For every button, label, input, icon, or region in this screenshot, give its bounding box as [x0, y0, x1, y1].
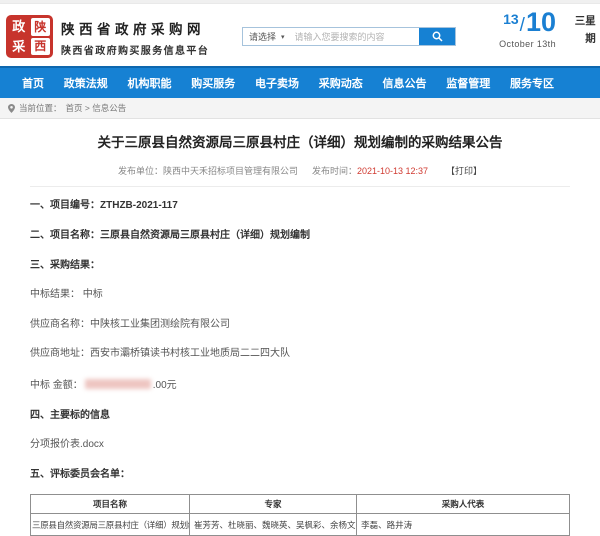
section-subject-heading: 四、主要标的信息: [30, 406, 570, 426]
breadcrumb: 当前位置： 首页 > 信息公告: [0, 98, 600, 119]
publisher-label: 发布单位：: [118, 166, 163, 176]
chevron-down-icon: ▾: [281, 33, 285, 41]
nav-item-home[interactable]: 首页: [22, 75, 44, 91]
date-separator: /: [520, 15, 525, 36]
bid-amount-label: 中标 金额：: [30, 380, 83, 391]
section-committee-heading: 五、评标委员会名单：: [30, 465, 570, 485]
date-display: 13/10 October 13th: [499, 9, 556, 49]
search-button[interactable]: [419, 28, 455, 45]
site-header: 政 陕 采 西 陕西省政府采购网 陕西省政府购买服务信息平台 请选择 ▾ 13/…: [0, 4, 600, 66]
cell-project-name: 三原县自然资源局三原县村庄（详细）规划编制: [31, 514, 190, 536]
publisher-value: 陕西中天禾招标项目管理有限公司: [163, 166, 298, 176]
cell-experts: 崔芳芳、杜晓丽、魏晓英、吴枫彩、余杨文: [190, 514, 357, 536]
logo-char: 采: [9, 38, 29, 56]
site-subtitle: 陕西省政府购买服务信息平台: [61, 42, 209, 57]
divider: [30, 186, 570, 187]
publish-time-label: 发布时间：: [312, 166, 357, 176]
site-titles: 陕西省政府采购网 陕西省政府购买服务信息平台: [61, 18, 209, 57]
site-title: 陕西省政府采购网: [61, 18, 209, 38]
breadcrumb-path[interactable]: 首页 > 信息公告: [66, 102, 127, 114]
supplier-address: 供应商地址：西安市灞桥镇读书村核工业地质局二二四大队: [30, 345, 570, 365]
nav-item-purchase[interactable]: 购买服务: [191, 75, 235, 91]
section-project-name: 二、项目名称：三原县自然资源局三原县村庄（详细）规划编制: [30, 226, 570, 246]
breadcrumb-label: 当前位置：: [19, 102, 62, 114]
nav-item-services[interactable]: 服务专区: [510, 75, 554, 91]
logo-char: 政: [9, 18, 29, 36]
column-header-project: 项目名称: [31, 495, 190, 514]
search-category-select[interactable]: 请选择 ▾: [243, 28, 291, 45]
logo-char: 西: [31, 38, 51, 56]
nav-item-policies[interactable]: 政策法规: [64, 75, 108, 91]
date-english: October 13th: [499, 39, 556, 49]
weekday-label: 星期三: [574, 15, 595, 66]
nav-item-functions[interactable]: 机构职能: [128, 75, 172, 91]
date-month: 10: [526, 7, 556, 37]
supplier-name: 供应商名称：中陕核工业集团测绘院有限公司: [30, 315, 570, 335]
bid-amount-suffix: .00元: [153, 380, 177, 391]
publish-time-value: 2021-10-13 12:37: [357, 166, 428, 176]
publish-info: 发布单位：陕西中天禾招标项目管理有限公司 发布时间：2021-10-13 12:3…: [30, 164, 570, 177]
nav-item-announcements[interactable]: 信息公告: [383, 75, 427, 91]
search-bar: 请选择 ▾: [242, 27, 456, 46]
nav-item-news[interactable]: 采购动态: [319, 75, 363, 91]
article-body: 一、项目编号：ZTHZB-2021-117 二、项目名称：三原县自然资源局三原县…: [30, 197, 570, 485]
table-header-row: 项目名称 专家 采购人代表: [31, 495, 570, 514]
cell-buyer-rep: 李磊、路井涛: [357, 514, 570, 536]
section-result-heading: 三、采购结果：: [30, 256, 570, 276]
article: 关于三原县自然资源局三原县村庄（详细）规划编制的采购结果公告 发布单位：陕西中天…: [0, 134, 600, 536]
attachment-link[interactable]: 分项报价表.docx: [30, 435, 570, 455]
nav-item-emall[interactable]: 电子卖场: [255, 75, 299, 91]
column-header-buyer-rep: 采购人代表: [357, 495, 570, 514]
article-title: 关于三原县自然资源局三原县村庄（详细）规划编制的采购结果公告: [30, 134, 570, 152]
date-numeric: 13/10: [499, 9, 556, 36]
main-nav: 首页 政策法规 机构职能 购买服务 电子卖场 采购动态 信息公告 监督管理 服务…: [0, 66, 600, 98]
search-select-label: 请选择: [249, 30, 276, 43]
location-pin-icon: [8, 104, 15, 113]
search-input[interactable]: [291, 28, 419, 45]
nav-item-supervision[interactable]: 监督管理: [446, 75, 490, 91]
site-logo: 政 陕 采 西: [6, 15, 53, 58]
bid-result: 中标结果： 中标: [30, 285, 570, 305]
date-day: 13: [503, 11, 519, 27]
bid-amount: 中标 金额： .00元: [30, 374, 570, 396]
table-row: 三原县自然资源局三原县村庄（详细）规划编制 崔芳芳、杜晓丽、魏晓英、吴枫彩、余杨…: [31, 514, 570, 536]
logo-char: 陕: [31, 18, 51, 36]
search-icon: [432, 31, 443, 42]
column-header-experts: 专家: [190, 495, 357, 514]
committee-table: 项目名称 专家 采购人代表 三原县自然资源局三原县村庄（详细）规划编制 崔芳芳、…: [30, 494, 570, 536]
print-button[interactable]: 【打印】: [446, 166, 482, 176]
redacted-amount: [85, 379, 151, 389]
section-project-number: 一、项目编号：ZTHZB-2021-117: [30, 197, 570, 217]
